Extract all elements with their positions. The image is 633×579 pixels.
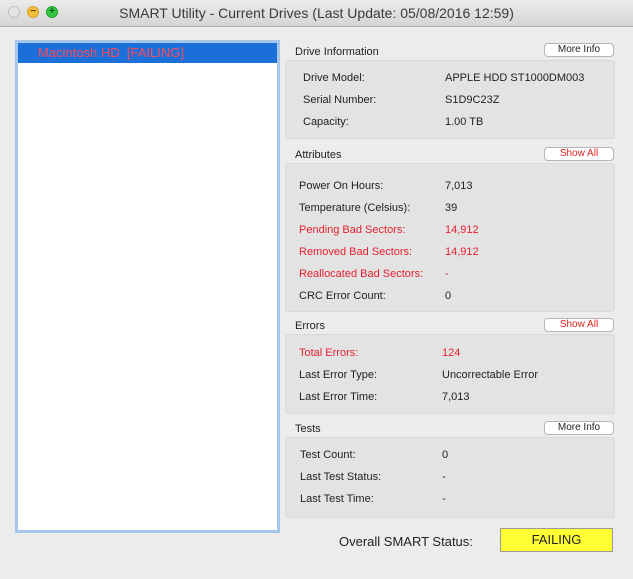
crc-error-count-label: CRC Error Count: xyxy=(299,290,386,302)
overall-smart-status-badge: FAILING xyxy=(500,528,613,552)
crc-error-count-value: 0 xyxy=(445,290,452,302)
attributes-box: Power On Hours: 7,013 Temperature (Celsi… xyxy=(285,163,615,312)
pending-bad-sectors-value: 14,912 xyxy=(445,224,479,236)
drive-model-label: Drive Model: xyxy=(303,72,365,84)
drive-model-value: APPLE HDD ST1000DM003 xyxy=(445,72,585,84)
attributes-title: Attributes xyxy=(295,149,342,161)
last-test-status-value: - xyxy=(442,471,446,483)
last-error-time-value: 7,013 xyxy=(442,391,470,403)
drive-list-item-macintosh-hd[interactable]: Macintosh HD [FAILING] xyxy=(18,43,277,63)
attributes-show-all-button[interactable]: Show All xyxy=(544,147,614,161)
removed-bad-sectors-label: Removed Bad Sectors: xyxy=(299,246,413,258)
reallocated-bad-sectors-value: - xyxy=(445,268,449,280)
errors-box: Total Errors: 124 Last Error Type: Uncor… xyxy=(285,334,615,414)
pending-bad-sectors-label: Pending Bad Sectors: xyxy=(299,224,406,236)
tests-box: Test Count: 0 Last Test Status: - Last T… xyxy=(285,437,615,518)
drive-information-title: Drive Information xyxy=(295,46,379,58)
capacity-value: 1.00 TB xyxy=(445,116,484,128)
last-error-time-label: Last Error Time: xyxy=(299,391,378,403)
title-bar: − + SMART Utility - Current Drives (Last… xyxy=(0,0,633,27)
reallocated-bad-sectors-label: Reallocated Bad Sectors: xyxy=(299,268,424,280)
last-test-time-value: - xyxy=(442,493,446,505)
last-error-type-label: Last Error Type: xyxy=(299,369,378,381)
serial-number-value: S1D9C23Z xyxy=(445,94,500,106)
last-test-time-label: Last Test Time: xyxy=(300,493,374,505)
drive-info-more-info-button[interactable]: More Info xyxy=(544,43,614,57)
power-on-hours-value: 7,013 xyxy=(445,180,473,192)
capacity-label: Capacity: xyxy=(303,116,349,128)
overall-smart-status-label: Overall SMART Status: xyxy=(339,534,473,549)
temperature-value: 39 xyxy=(445,202,458,214)
temperature-label: Temperature (Celsius): xyxy=(299,202,411,214)
removed-bad-sectors-value: 14,912 xyxy=(445,246,479,258)
tests-title: Tests xyxy=(295,423,321,435)
test-count-label: Test Count: xyxy=(300,449,356,461)
total-errors-value: 124 xyxy=(442,347,461,359)
total-errors-label: Total Errors: xyxy=(299,347,359,359)
test-count-value: 0 xyxy=(442,449,449,461)
errors-title: Errors xyxy=(295,320,325,332)
serial-number-label: Serial Number: xyxy=(303,94,377,106)
last-error-type-value: Uncorrectable Error xyxy=(442,369,538,381)
last-test-status-label: Last Test Status: xyxy=(300,471,382,483)
window-title: SMART Utility - Current Drives (Last Upd… xyxy=(119,5,514,21)
drive-list[interactable]: Macintosh HD [FAILING] xyxy=(15,40,280,533)
tests-more-info-button[interactable]: More Info xyxy=(544,421,614,435)
errors-show-all-button[interactable]: Show All xyxy=(544,318,614,332)
power-on-hours-label: Power On Hours: xyxy=(299,180,384,192)
drive-information-box: Drive Model: APPLE HDD ST1000DM003 Seria… xyxy=(285,60,615,139)
